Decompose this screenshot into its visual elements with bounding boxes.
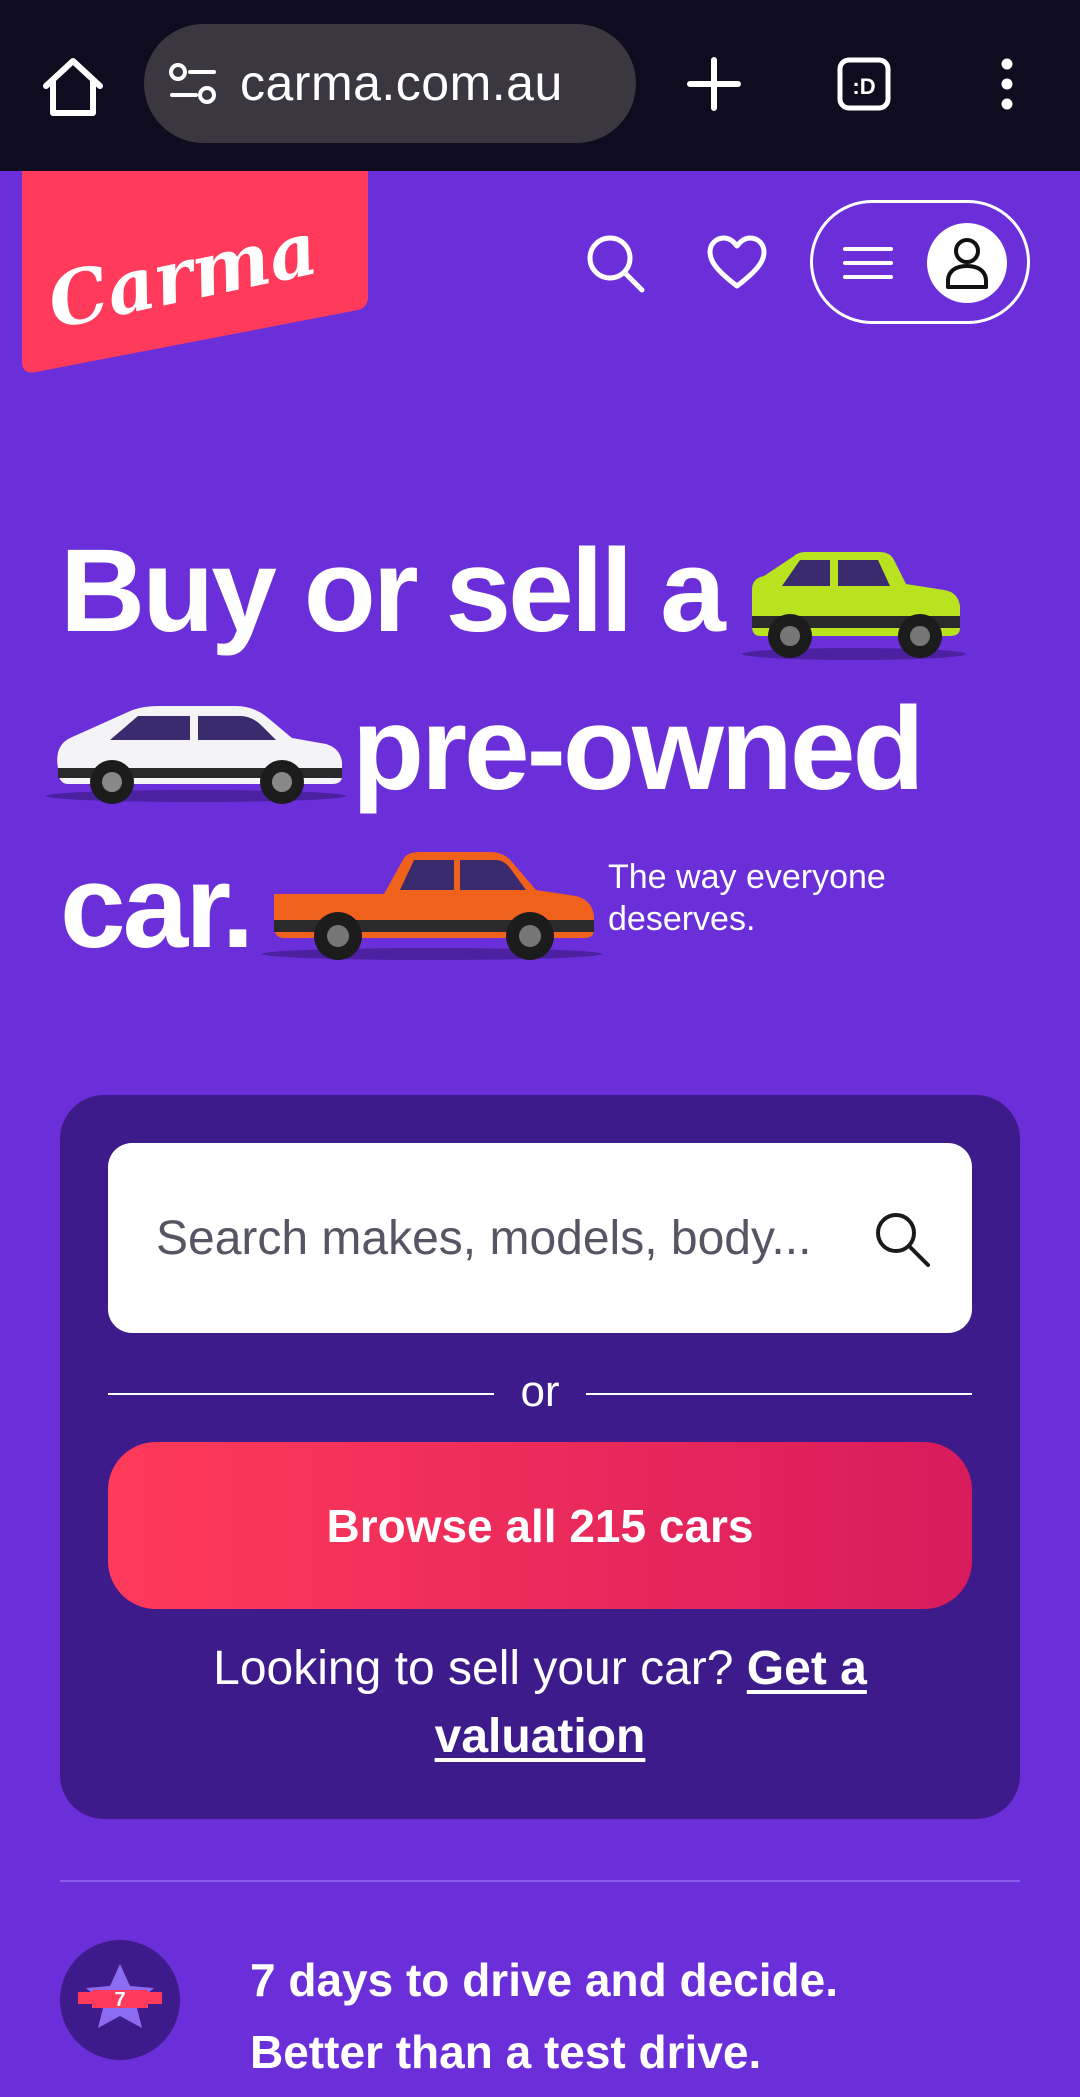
url-text: carma.com.au (240, 55, 563, 111)
lime-4wd-car-image (742, 552, 966, 660)
avatar (927, 223, 1007, 303)
browse-all-cars-button[interactable]: Browse all 215 cars (108, 1442, 972, 1609)
more-menu-icon[interactable] (992, 56, 1022, 112)
divider-line (586, 1393, 972, 1395)
search-input[interactable]: Search makes, models, body... (108, 1143, 972, 1333)
carma-logo[interactable]: Carma (22, 171, 368, 374)
account-menu-button[interactable] (810, 200, 1030, 324)
sell-prompt-text: Looking to sell your car? (213, 1642, 734, 1695)
browser-toolbar: carma.com.au :D (0, 0, 1080, 171)
hero-heading-line-3: car. (60, 841, 254, 973)
or-label: or (520, 1367, 560, 1416)
white-suv-car-image (46, 706, 346, 804)
hamburger-menu-icon (843, 247, 893, 279)
star-ribbon-icon: 7 (78, 1964, 162, 2028)
search-icon[interactable] (872, 1209, 932, 1269)
hero-heading-line-2: pre-owned (352, 683, 925, 815)
tab-count: :D (852, 74, 875, 99)
seven-day-badge: 7 (60, 1940, 180, 2060)
user-icon (946, 238, 988, 289)
new-tab-icon[interactable] (686, 56, 742, 112)
hero-tagline: The way everyone deserves. (608, 858, 886, 938)
or-divider: or (108, 1363, 972, 1423)
tab-switcher-icon[interactable]: :D (836, 56, 892, 112)
home-icon[interactable] (38, 52, 108, 122)
badge-number: 7 (114, 1989, 125, 2011)
favourites-heart-icon[interactable] (706, 234, 768, 292)
promo-line-2: Better than a test drive. (250, 2026, 762, 2078)
search-icon[interactable] (584, 232, 646, 294)
address-bar[interactable]: carma.com.au (144, 24, 636, 143)
promo-line-1: 7 days to drive and decide. (250, 1954, 838, 2006)
promo-text: 7 days to drive and decide. Better than … (250, 1944, 838, 2088)
search-placeholder: Search makes, models, body... (156, 1212, 812, 1265)
site-settings-icon[interactable] (168, 62, 218, 106)
hero-heading-line-1: Buy or sell a (60, 525, 726, 657)
section-divider (60, 1880, 1020, 1882)
orange-ute-car-image (262, 852, 602, 960)
sell-prompt: Looking to sell your car? Get a valuatio… (160, 1635, 920, 1771)
search-card: Search makes, models, body... or Browse … (60, 1095, 1020, 1819)
